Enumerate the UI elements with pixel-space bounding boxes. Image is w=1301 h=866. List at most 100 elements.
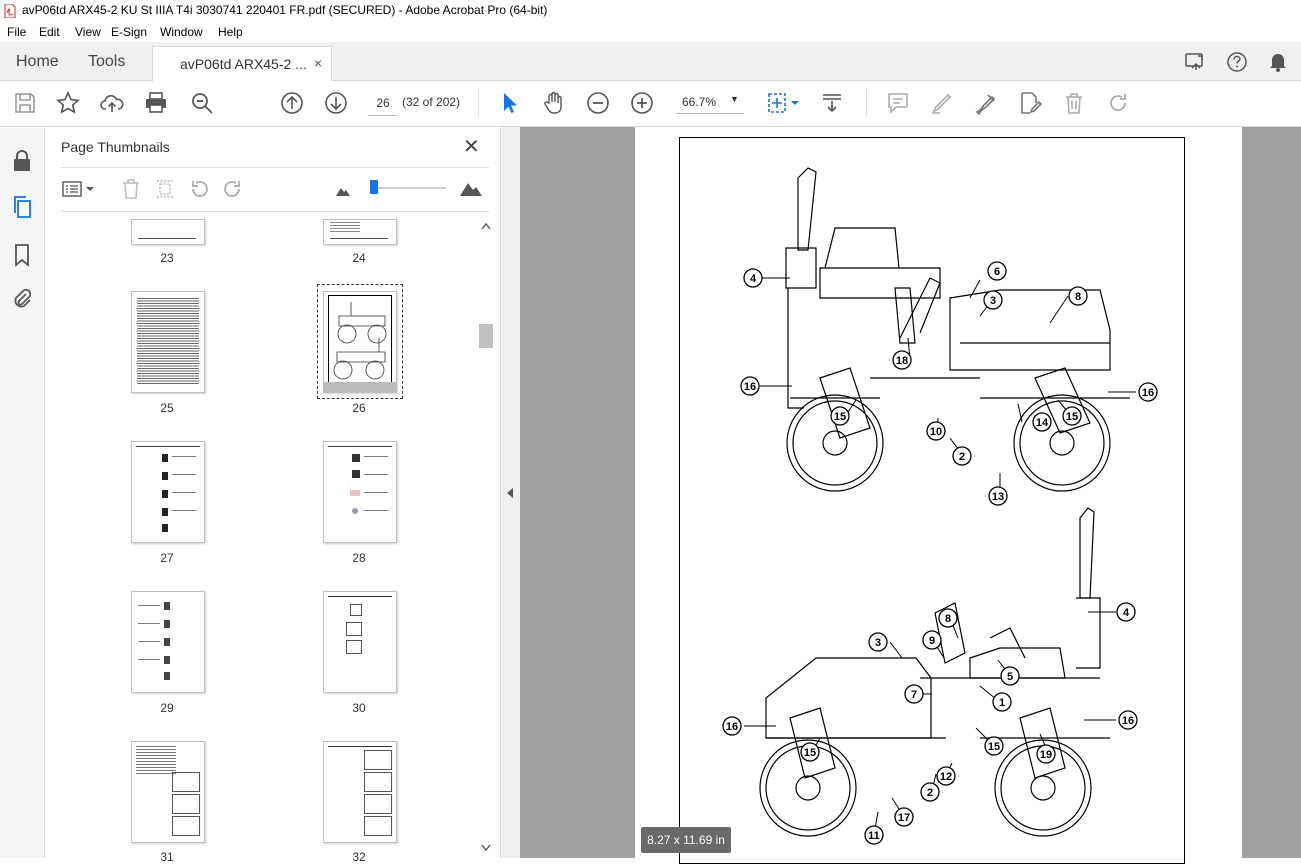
collapse-panel-icon[interactable]: [506, 487, 514, 499]
panel-divider: [61, 211, 489, 212]
top-callout-label: 2: [959, 451, 965, 463]
lock-icon[interactable]: [11, 149, 33, 173]
thumbnail-label: 30: [352, 701, 366, 715]
save-icon[interactable]: [13, 91, 37, 115]
scroll-up-icon[interactable]: [481, 222, 491, 230]
bottom-callout-label: 16: [1122, 715, 1134, 727]
fit-page-icon[interactable]: [766, 91, 802, 115]
tab-bar: Home Tools avP06td ARX45-2 ... ×: [0, 42, 1301, 82]
scroll-down-icon[interactable]: [481, 844, 491, 852]
page-thumbnail-selected[interactable]: [323, 291, 397, 393]
top-callout-label: 15: [1066, 411, 1078, 423]
rotate-right-icon[interactable]: [222, 178, 244, 200]
bottom-callout-label: 17: [898, 812, 910, 824]
page-thumbnail[interactable]: [323, 591, 397, 693]
page-size-badge: 8.27 x 11.69 in: [641, 827, 731, 853]
bottom-callout-label: 15: [804, 747, 816, 759]
page-thumbnail[interactable]: [323, 441, 397, 543]
toolbar-divider: [478, 89, 479, 117]
print-icon[interactable]: [144, 91, 168, 115]
top-callout-label: 16: [1142, 387, 1154, 399]
bottom-callout-label: 2: [927, 787, 933, 799]
menu-window[interactable]: Window: [160, 25, 203, 39]
top-callout-label: 8: [1075, 291, 1081, 303]
menu-view[interactable]: View: [75, 25, 101, 39]
menu-help[interactable]: Help: [218, 25, 243, 39]
page-thumbnail[interactable]: [131, 441, 205, 543]
share-screen-icon[interactable]: [1184, 51, 1206, 73]
top-callout-label: 15: [834, 411, 846, 423]
roller-diagram: 463 81816 1615 14 1510213489357116 1615 191512…: [722, 167, 1158, 845]
next-page-icon[interactable]: [324, 91, 348, 115]
chevron-down-icon: ▼: [730, 94, 739, 104]
help-icon[interactable]: [1226, 51, 1248, 73]
panel-title: Page Thumbnails: [61, 139, 170, 155]
redo-icon[interactable]: [1106, 91, 1130, 115]
bottom-callout-label: 5: [1007, 671, 1013, 683]
page-frame: 4 6 3 8 18 16 16 15 14 15 10 2 13 4 8 9 3 5 7 1 16 16 15 19 15 12…: [679, 137, 1185, 864]
page-thumbnail[interactable]: [131, 291, 205, 393]
comment-icon[interactable]: [886, 91, 910, 115]
menu-esign[interactable]: E-Sign: [111, 25, 147, 39]
thumbnail-label: 29: [160, 701, 174, 715]
page-number-input[interactable]: [368, 91, 398, 116]
attachment-icon[interactable]: [12, 287, 32, 311]
upload-cloud-icon[interactable]: [100, 91, 124, 115]
bottom-callout-label: 12: [940, 771, 952, 783]
zoom-out-icon[interactable]: [586, 91, 610, 115]
bottom-callout-label: 7: [911, 689, 917, 701]
scroll-mode-icon[interactable]: [820, 91, 844, 115]
extract-page-icon[interactable]: [154, 178, 176, 200]
bottom-callout-label: 16: [726, 721, 738, 733]
zoom-select[interactable]: 66.7% ▼: [676, 91, 744, 114]
highlight-pen-icon[interactable]: [930, 91, 954, 115]
small-thumbnail-icon[interactable]: [335, 183, 351, 197]
page-count: (32 of 202): [402, 95, 461, 109]
hand-tool-icon[interactable]: [542, 91, 566, 115]
page-thumbnail[interactable]: [323, 741, 397, 843]
bottom-callout-label: 8: [945, 613, 951, 625]
rotate-left-icon[interactable]: [188, 178, 210, 200]
panel-splitter[interactable]: [500, 127, 521, 858]
tab-home[interactable]: Home: [16, 53, 59, 71]
thumbnails-scrollbar[interactable]: [479, 220, 493, 856]
bell-icon[interactable]: [1268, 51, 1288, 73]
thumbnail-size-slider[interactable]: [374, 187, 446, 189]
top-callout-label: 14: [1036, 417, 1049, 429]
thumbnail-label: 23: [160, 251, 174, 265]
star-icon[interactable]: [56, 91, 80, 115]
draw-pen-icon[interactable]: [974, 91, 998, 116]
thumbnail-label: 26: [352, 401, 366, 415]
edit-document-icon[interactable]: [1018, 91, 1043, 115]
zoom-in-icon[interactable]: [630, 91, 654, 115]
scrollbar-thumb[interactable]: [479, 324, 493, 348]
bookmark-icon[interactable]: [12, 243, 32, 267]
menu-file[interactable]: File: [7, 25, 26, 39]
tab-document[interactable]: avP06td ARX45-2 ... ×: [152, 46, 332, 82]
page-thumbnail[interactable]: [131, 591, 205, 693]
delete-icon[interactable]: [1062, 91, 1086, 115]
previous-page-icon[interactable]: [280, 91, 304, 115]
top-callout-label: 3: [990, 295, 996, 307]
zoom-search-icon[interactable]: [190, 91, 214, 115]
slider-handle[interactable]: [370, 180, 378, 194]
tab-close-button[interactable]: ×: [314, 55, 322, 71]
document-view[interactable]: 4 6 3 8 18 16 16 15 14 15 10 2 13 4 8 9 3 5 7 1 16 16 15 19 15 12…: [520, 127, 1301, 864]
page-thumbnail[interactable]: [323, 219, 397, 245]
options-menu-icon[interactable]: [61, 179, 97, 199]
menu-edit[interactable]: Edit: [39, 25, 60, 39]
close-icon[interactable]: ✕: [463, 134, 480, 159]
select-cursor-icon[interactable]: [498, 91, 522, 115]
pages-icon[interactable]: [12, 195, 34, 219]
large-thumbnail-icon[interactable]: [459, 179, 483, 197]
thumbnail-label: 32: [352, 850, 366, 864]
bottom-callout-label: 1: [999, 697, 1005, 709]
document-scrollbar[interactable]: [1242, 127, 1301, 858]
top-callout-label: 18: [896, 355, 908, 367]
thumbnail-label: 25: [160, 401, 174, 415]
tab-tools[interactable]: Tools: [88, 53, 125, 71]
page-thumbnail[interactable]: [131, 741, 205, 843]
delete-page-icon[interactable]: [120, 178, 142, 200]
menu-bar: File Edit View E-Sign Window Help: [0, 22, 1301, 42]
page-thumbnail[interactable]: [131, 219, 205, 245]
